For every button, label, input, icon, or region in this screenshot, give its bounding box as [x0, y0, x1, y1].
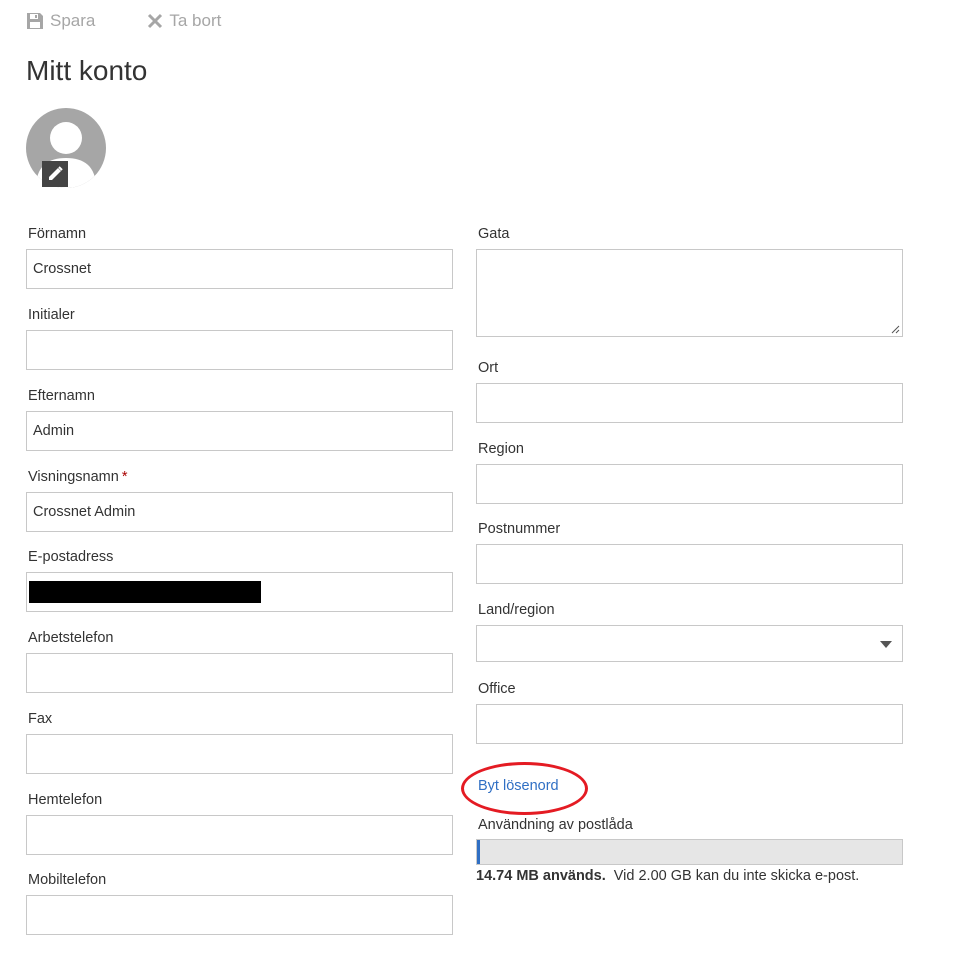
- last-name-field: Efternamn Admin: [26, 386, 453, 451]
- first-name-label: Förnamn: [28, 226, 87, 242]
- floppy-disk-icon: [27, 13, 43, 29]
- mailbox-used-text: 14.74 MB används.: [476, 868, 606, 884]
- x-icon: [148, 13, 163, 29]
- work-phone-input[interactable]: [26, 653, 453, 693]
- display-name-label: Visningsnamn: [28, 469, 119, 485]
- fax-field: Fax: [26, 709, 453, 774]
- region-input[interactable]: [476, 464, 903, 504]
- chevron-down-icon: [880, 641, 892, 648]
- resize-grip-icon[interactable]: [891, 325, 900, 334]
- display-name-field: Visningsnamn * Crossnet Admin: [26, 467, 453, 532]
- street-textarea[interactable]: [476, 249, 903, 337]
- email-label: E-postadress: [28, 549, 114, 565]
- email-field: E-postadress: [26, 547, 453, 612]
- mailbox-usage-text: 14.74 MB används. Vid 2.00 GB kan du inte…: [476, 868, 859, 884]
- command-bar: Spara Ta bort: [26, 8, 273, 34]
- work-phone-label: Arbetstelefon: [28, 630, 114, 646]
- initials-field: Initialer: [26, 305, 453, 370]
- redaction-bar: [29, 581, 261, 603]
- required-indicator: *: [121, 469, 128, 485]
- postal-code-field: Postnummer: [476, 519, 903, 584]
- display-name-input[interactable]: Crossnet Admin: [26, 492, 453, 532]
- mailbox-usage-bar: [476, 839, 903, 865]
- last-name-label: Efternamn: [28, 388, 95, 404]
- country-region-field: Land/region: [476, 600, 903, 662]
- region-field: Region: [476, 439, 903, 504]
- home-phone-label: Hemtelefon: [28, 792, 103, 808]
- street-label: Gata: [478, 226, 510, 242]
- initials-input[interactable]: [26, 330, 453, 370]
- mobile-phone-input[interactable]: [26, 895, 453, 935]
- avatar: [26, 108, 106, 188]
- home-phone-field: Hemtelefon: [26, 790, 453, 855]
- edit-photo-button[interactable]: [42, 161, 68, 187]
- pencil-icon: [49, 166, 63, 180]
- first-name-field: Förnamn Crossnet: [26, 224, 453, 289]
- city-field: Ort: [476, 358, 903, 423]
- region-label: Region: [478, 441, 524, 457]
- save-label: Spara: [50, 11, 96, 30]
- country-region-label: Land/region: [478, 602, 555, 618]
- office-field: Office: [476, 679, 903, 744]
- postal-code-label: Postnummer: [478, 521, 561, 537]
- postal-code-input[interactable]: [476, 544, 903, 584]
- mailbox-usage-fill: [477, 840, 481, 864]
- page-title: Mitt konto: [26, 55, 148, 86]
- mobile-phone-field: Mobiltelefon: [26, 870, 453, 935]
- fax-input[interactable]: [26, 734, 453, 774]
- first-name-input[interactable]: Crossnet: [26, 249, 453, 289]
- mailbox-limit-text: Vid 2.00 GB kan du inte skicka e-post.: [613, 868, 860, 884]
- office-input[interactable]: [476, 704, 903, 744]
- initials-label: Initialer: [28, 307, 75, 323]
- street-field: Gata: [476, 224, 903, 337]
- country-region-select[interactable]: [476, 625, 903, 662]
- email-input[interactable]: [26, 572, 453, 612]
- display-name-label-row: Visningsnamn *: [26, 467, 453, 487]
- fax-label: Fax: [28, 711, 53, 727]
- city-input[interactable]: [476, 383, 903, 423]
- last-name-input[interactable]: Admin: [26, 411, 453, 451]
- work-phone-field: Arbetstelefon: [26, 628, 453, 693]
- delete-label: Ta bort: [169, 11, 222, 30]
- save-button[interactable]: Spara: [26, 11, 95, 31]
- city-label: Ort: [478, 360, 499, 376]
- mobile-phone-label: Mobiltelefon: [28, 872, 107, 888]
- office-label: Office: [478, 681, 516, 697]
- home-phone-input[interactable]: [26, 815, 453, 855]
- delete-button[interactable]: Ta bort: [147, 11, 221, 31]
- mailbox-usage-label: Användning av postlåda: [478, 817, 633, 833]
- change-password-link[interactable]: Byt lösenord: [478, 778, 559, 794]
